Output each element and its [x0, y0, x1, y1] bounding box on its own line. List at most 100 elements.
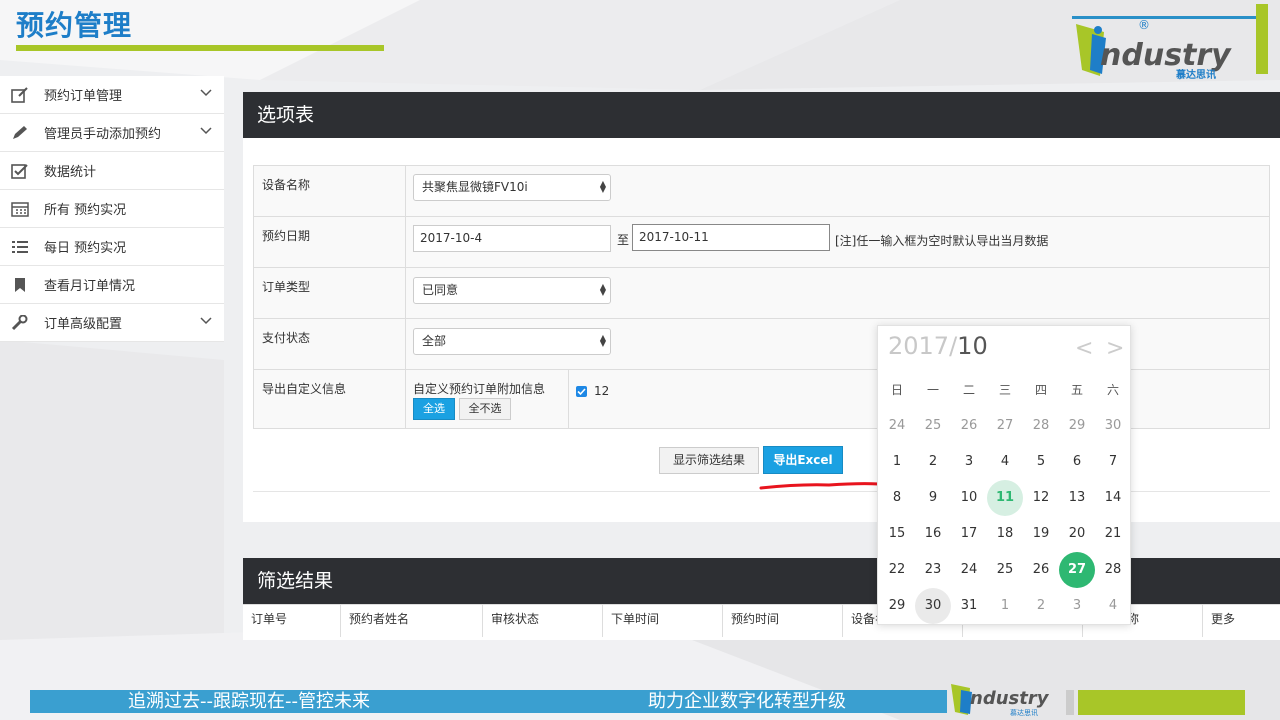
calendar-day[interactable]: 29 [879, 588, 915, 624]
sidebar-item-monthly-orders[interactable]: 查看月订单情况 [0, 266, 224, 304]
calendar-day[interactable]: 14 [1095, 480, 1131, 516]
calendar-day[interactable]: 7 [1095, 444, 1131, 480]
sidebar-item-statistics[interactable]: 数据统计 [0, 152, 224, 190]
footer-slogan-left: 追溯过去--跟踪现在--管控未来 [128, 691, 370, 712]
calendar-day[interactable]: 9 [915, 480, 951, 516]
column-order-no[interactable]: 订单号 [243, 605, 341, 637]
export-custom-label: 导出自定义信息 [262, 382, 347, 396]
industry-logo: ® ndustry 慕达思讯 [1070, 4, 1270, 81]
calendar-day[interactable]: 3 [951, 444, 987, 480]
select-none-button[interactable]: 全不选 [459, 398, 511, 420]
select-arrows-icon: ▲ ▼ [599, 179, 606, 194]
export-excel-button[interactable]: 导出Excel [763, 446, 843, 474]
calendar-day[interactable]: 22 [879, 552, 915, 588]
sidebar-item-label: 订单高级配置 [44, 317, 123, 332]
sidebar-item-advanced-config[interactable]: 订单高级配置 [0, 304, 224, 342]
chevron-down-icon [200, 127, 212, 135]
column-review-status[interactable]: 审核状态 [483, 605, 603, 637]
calendar-day[interactable]: 27 [1059, 552, 1095, 588]
calendar-day[interactable]: 5 [1023, 444, 1059, 480]
date-row: 预约日期 2017-10-4 至 2017-10-11 [注]任一输入框为空时默… [253, 216, 1270, 268]
calendar-day[interactable]: 21 [1095, 516, 1131, 552]
calendar-day[interactable]: 30 [1095, 408, 1131, 444]
calendar-day[interactable]: 26 [1023, 552, 1059, 588]
sidebar-item-admin-add[interactable]: 管理员手动添加预约 [0, 114, 224, 152]
calendar-day[interactable]: 4 [1095, 588, 1131, 624]
title-underline [16, 45, 384, 51]
calendar-day[interactable]: 27 [987, 408, 1023, 444]
calendar-day[interactable]: 2 [915, 444, 951, 480]
device-select[interactable]: 共聚焦显微镜FV10i ▲ ▼ [413, 174, 611, 201]
calendar-day[interactable]: 17 [951, 516, 987, 552]
next-month-icon[interactable]: > [1106, 338, 1124, 360]
pay-status-select-value: 全部 [422, 334, 447, 348]
order-type-select[interactable]: 已同意 ▲ ▼ [413, 277, 611, 304]
show-results-button[interactable]: 显示筛选结果 [659, 447, 759, 474]
column-booker-name[interactable]: 预约者姓名 [341, 605, 483, 637]
select-all-button[interactable]: 全选 [413, 398, 455, 420]
device-row: 设备名称 共聚焦显微镜FV10i ▲ ▼ [253, 165, 1270, 217]
footer-logo: ndustry 慕达思讯 [950, 682, 1060, 718]
column-more[interactable]: 更多 [1203, 605, 1280, 637]
column-booking-time[interactable]: 预约时间 [723, 605, 843, 637]
calendar-day[interactable]: 19 [1023, 516, 1059, 552]
calendar-day[interactable]: 31 [951, 588, 987, 624]
calendar-year: 2017/ [888, 332, 958, 360]
calendar-day[interactable]: 12 [1023, 480, 1059, 516]
calendar-day[interactable]: 11 [987, 480, 1023, 516]
device-label: 设备名称 [262, 178, 311, 192]
weekday-header: 一 [926, 383, 939, 397]
calendar-day[interactable]: 25 [987, 552, 1023, 588]
calendar-day[interactable]: 28 [1023, 408, 1059, 444]
pencil-icon [10, 123, 30, 143]
calendar-day[interactable]: 24 [879, 408, 915, 444]
custom-item-label: 12 [594, 384, 610, 398]
calendar-day[interactable]: 15 [879, 516, 915, 552]
calendar-day[interactable]: 20 [1059, 516, 1095, 552]
wrench-icon [10, 313, 30, 333]
calendar-day[interactable]: 3 [1059, 588, 1095, 624]
calendar-day[interactable]: 25 [915, 408, 951, 444]
select-arrows-icon: ▲ ▼ [599, 282, 606, 297]
calendar-day[interactable]: 18 [987, 516, 1023, 552]
calendar-day[interactable]: 1 [879, 444, 915, 480]
calendar-day[interactable]: 23 [915, 552, 951, 588]
logo-subtitle: 慕达思讯 [1176, 70, 1216, 81]
calendar-day[interactable]: 30 [915, 588, 951, 624]
sidebar-item-label: 管理员手动添加预约 [44, 127, 162, 142]
edit-icon [10, 85, 30, 105]
order-type-select-value: 已同意 [422, 283, 459, 297]
date-from-input[interactable]: 2017-10-4 [413, 225, 611, 252]
date-picker-popup: 2017/10 < > 日一二三四五六 24 25 26 27 28 29 30 1 2 3 4 5 6… [877, 325, 1131, 625]
calendar-day[interactable]: 13 [1059, 480, 1095, 516]
calendar-day[interactable]: 24 [951, 552, 987, 588]
sidebar-item-order-manage[interactable]: 预约订单管理 [0, 76, 224, 114]
sidebar-item-label: 数据统计 [44, 165, 97, 180]
date-range-separator: 至 [617, 233, 630, 247]
calendar-day[interactable]: 16 [915, 516, 951, 552]
calendar-day[interactable]: 4 [987, 444, 1023, 480]
date-to-input[interactable]: 2017-10-11 [632, 224, 830, 251]
sidebar-item-label: 所有 预约实况 [44, 203, 127, 218]
column-order-time[interactable]: 下单时间 [603, 605, 723, 637]
calendar-day[interactable]: 1 [987, 588, 1023, 624]
bookmark-icon [10, 275, 30, 295]
calendar-day[interactable]: 28 [1095, 552, 1131, 588]
pay-status-select[interactable]: 全部 ▲ ▼ [413, 328, 611, 355]
page-title: 预约管理 [16, 9, 133, 42]
calendar-day[interactable]: 29 [1059, 408, 1095, 444]
checkbox-icon [10, 161, 30, 181]
calendar-day[interactable]: 26 [951, 408, 987, 444]
calendar-day[interactable]: 2 [1023, 588, 1059, 624]
prev-month-icon[interactable]: < [1075, 338, 1093, 360]
sidebar-item-label: 每日 预约实况 [44, 241, 127, 256]
sidebar-item-all-live[interactable]: 所有 预约实况 [0, 190, 224, 228]
sidebar-item-daily-live[interactable]: 每日 预约实况 [0, 228, 224, 266]
calendar-day[interactable]: 10 [951, 480, 987, 516]
calendar-day[interactable]: 8 [879, 480, 915, 516]
calendar-day[interactable]: 6 [1059, 444, 1095, 480]
weekday-header: 日 [890, 383, 903, 397]
custom-item-checkbox[interactable] [576, 386, 587, 397]
sidebar-item-label: 查看月订单情况 [44, 279, 136, 294]
date-note: [注]任一输入框为空时默认导出当月数据 [835, 234, 1049, 248]
